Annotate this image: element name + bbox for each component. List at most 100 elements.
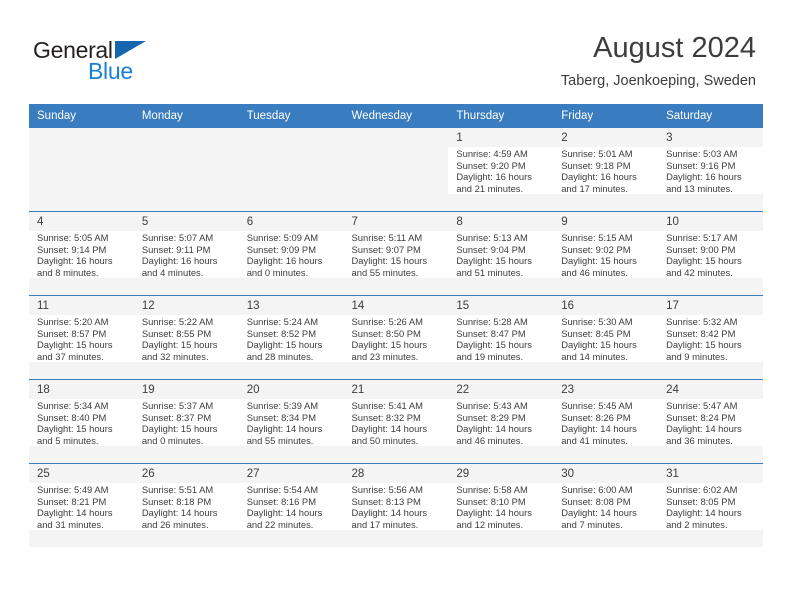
calendar-day-cell[interactable]: 14 Sunrise: 5:26 AM Sunset: 8:50 PM Dayl… — [343, 295, 449, 380]
sunset-text: Sunset: 8:05 PM — [666, 495, 736, 507]
daylight-text-line2: and 22 minutes. — [246, 518, 314, 530]
sunset-text: Sunset: 8:40 PM — [37, 411, 107, 423]
calendar-day-cell[interactable]: 9 Sunrise: 5:15 AM Sunset: 9:02 PM Dayli… — [553, 211, 659, 296]
calendar-day-cell[interactable]: 13 Sunrise: 5:24 AM Sunset: 8:52 PM Dayl… — [238, 295, 344, 380]
calendar-day-cell[interactable]: 30 Sunrise: 6:00 AM Sunset: 8:08 PM Dayl… — [553, 463, 659, 547]
day-number: 29 — [456, 468, 470, 480]
calendar-day-cell[interactable]: 6 Sunrise: 5:09 AM Sunset: 9:09 PM Dayli… — [238, 211, 344, 296]
sunrise-text: Sunrise: 5:28 AM — [456, 316, 528, 327]
day-number: 16 — [561, 300, 575, 312]
calendar-day-cell[interactable]: 17 Sunrise: 5:32 AM Sunset: 8:42 PM Dayl… — [658, 295, 763, 380]
calendar-day-cell[interactable]: 7 Sunrise: 5:11 AM Sunset: 9:07 PM Dayli… — [343, 211, 449, 296]
daylight-text-line1: Daylight: 15 hours — [666, 339, 742, 351]
location-subtitle: Taberg, Joenkoeping, Sweden — [560, 73, 756, 89]
day-details: Sunrise: 5:24 AM Sunset: 8:52 PM Dayligh… — [238, 315, 344, 363]
daylight-text-line1: Daylight: 14 hours — [37, 507, 113, 519]
daylight-text-line1: Daylight: 15 hours — [561, 255, 637, 267]
daylight-text-line1: Daylight: 15 hours — [37, 423, 113, 435]
day-details: Sunrise: 5:32 AM Sunset: 8:42 PM Dayligh… — [658, 315, 763, 363]
calendar-body: 1 Sunrise: 4:59 AM Sunset: 9:20 PM Dayli… — [29, 127, 763, 547]
daylight-text-line2: and 46 minutes. — [456, 434, 524, 446]
sunset-text: Sunset: 9:11 PM — [141, 243, 211, 255]
calendar-day-cell[interactable]: 3 Sunrise: 5:03 AM Sunset: 9:16 PM Dayli… — [658, 127, 763, 212]
calendar-day-cell[interactable]: 18 Sunrise: 5:34 AM Sunset: 8:40 PM Dayl… — [29, 379, 134, 464]
sunset-text: Sunset: 8:37 PM — [141, 411, 212, 423]
daylight-text-line2: and 4 minutes. — [141, 266, 204, 278]
calendar-day-cell[interactable]: 1 Sunrise: 4:59 AM Sunset: 9:20 PM Dayli… — [448, 127, 554, 212]
calendar-day-cell[interactable]: 24 Sunrise: 5:47 AM Sunset: 8:24 PM Dayl… — [658, 379, 763, 464]
daylight-text-line2: and 42 minutes. — [666, 266, 733, 278]
sunset-text: Sunset: 8:13 PM — [351, 495, 421, 507]
daylight-text-line2: and 12 minutes. — [456, 518, 524, 530]
day-number: 28 — [351, 468, 365, 480]
logo-text-blue: Blue — [88, 58, 133, 84]
sunrise-text: Sunrise: 5:39 AM — [246, 400, 319, 411]
general-blue-logo[interactable]: General Blue — [33, 37, 183, 87]
calendar-day-cell[interactable]: 26 Sunrise: 5:51 AM Sunset: 8:18 PM Dayl… — [133, 463, 239, 547]
daylight-text-line1: Daylight: 16 hours — [37, 255, 113, 267]
sunset-text: Sunset: 8:26 PM — [561, 411, 631, 423]
daylight-text-line1: Daylight: 15 hours — [456, 339, 532, 351]
daylight-text-line1: Daylight: 15 hours — [666, 255, 742, 267]
day-number: 30 — [561, 468, 575, 480]
day-number: 2 — [561, 132, 568, 144]
daylight-text-line1: Daylight: 14 hours — [456, 507, 532, 519]
calendar-day-cell[interactable]: 5 Sunrise: 5:07 AM Sunset: 9:11 PM Dayli… — [133, 211, 239, 296]
day-number: 12 — [141, 300, 155, 312]
day-number: 3 — [666, 132, 673, 144]
day-number: 5 — [141, 216, 149, 228]
sunset-text: Sunset: 8:32 PM — [351, 411, 421, 423]
daylight-text-line1: Daylight: 14 hours — [666, 423, 742, 435]
calendar-day-cell — [29, 127, 134, 212]
calendar-day-cell[interactable]: 27 Sunrise: 5:54 AM Sunset: 8:16 PM Dayl… — [238, 463, 344, 547]
sunrise-text: Sunrise: 5:24 AM — [246, 316, 319, 327]
sunset-text: Sunset: 9:16 PM — [666, 159, 736, 171]
calendar-day-cell[interactable]: 29 Sunrise: 5:58 AM Sunset: 8:10 PM Dayl… — [448, 463, 554, 547]
daylight-text-line2: and 14 minutes. — [561, 350, 628, 362]
sunset-text: Sunset: 9:09 PM — [246, 243, 316, 255]
sunrise-text: Sunrise: 6:02 AM — [666, 484, 738, 495]
sunrise-text: Sunrise: 5:03 AM — [666, 148, 738, 159]
calendar-day-cell[interactable]: 23 Sunrise: 5:45 AM Sunset: 8:26 PM Dayl… — [553, 379, 659, 464]
day-number: 18 — [37, 384, 50, 396]
daylight-text-line1: Daylight: 16 hours — [246, 255, 323, 267]
sunset-text: Sunset: 9:20 PM — [456, 159, 526, 171]
day-number: 1 — [456, 132, 463, 144]
calendar-day-cell[interactable]: 4 Sunrise: 5:05 AM Sunset: 9:14 PM Dayli… — [29, 211, 134, 296]
calendar-day-cell[interactable]: 21 Sunrise: 5:41 AM Sunset: 8:32 PM Dayl… — [343, 379, 449, 464]
daylight-text-line2: and 41 minutes. — [561, 434, 628, 446]
calendar-day-cell — [133, 127, 239, 212]
calendar-day-cell[interactable]: 28 Sunrise: 5:56 AM Sunset: 8:13 PM Dayl… — [343, 463, 449, 547]
sunset-text: Sunset: 9:02 PM — [561, 243, 631, 255]
calendar-day-cell[interactable]: 11 Sunrise: 5:20 AM Sunset: 8:57 PM Dayl… — [29, 295, 134, 380]
day-details: Sunrise: 5:56 AM Sunset: 8:13 PM Dayligh… — [343, 483, 449, 531]
daylight-text-line2: and 17 minutes. — [561, 182, 628, 194]
day-number: 15 — [456, 300, 470, 312]
sunset-text: Sunset: 8:42 PM — [666, 327, 736, 339]
sunrise-text: Sunrise: 6:00 AM — [561, 484, 633, 495]
sunrise-text: Sunrise: 5:13 AM — [456, 232, 528, 243]
calendar-day-cell[interactable]: 8 Sunrise: 5:13 AM Sunset: 9:04 PM Dayli… — [448, 211, 554, 296]
calendar-day-cell[interactable]: 15 Sunrise: 5:28 AM Sunset: 8:47 PM Dayl… — [448, 295, 554, 380]
calendar-day-cell[interactable]: 22 Sunrise: 5:43 AM Sunset: 8:29 PM Dayl… — [448, 379, 554, 464]
day-number: 31 — [666, 468, 679, 480]
calendar-day-cell[interactable]: 12 Sunrise: 5:22 AM Sunset: 8:55 PM Dayl… — [133, 295, 239, 380]
day-details: Sunrise: 5:22 AM Sunset: 8:55 PM Dayligh… — [133, 315, 239, 363]
daylight-text-line1: Daylight: 16 hours — [456, 171, 532, 183]
calendar-day-cell[interactable]: 19 Sunrise: 5:37 AM Sunset: 8:37 PM Dayl… — [133, 379, 239, 464]
day-details: Sunrise: 5:09 AM Sunset: 9:09 PM Dayligh… — [238, 231, 344, 279]
daylight-text-line2: and 55 minutes. — [351, 266, 419, 278]
calendar-day-cell[interactable]: 10 Sunrise: 5:17 AM Sunset: 9:00 PM Dayl… — [658, 211, 763, 296]
calendar-day-cell[interactable]: 25 Sunrise: 5:49 AM Sunset: 8:21 PM Dayl… — [29, 463, 134, 547]
daylight-text-line1: Daylight: 14 hours — [666, 507, 742, 519]
day-number: 8 — [456, 216, 463, 228]
calendar-day-cell[interactable]: 20 Sunrise: 5:39 AM Sunset: 8:34 PM Dayl… — [238, 379, 344, 464]
calendar-day-cell[interactable]: 31 Sunrise: 6:02 AM Sunset: 8:05 PM Dayl… — [658, 463, 763, 547]
day-details: Sunrise: 5:47 AM Sunset: 8:24 PM Dayligh… — [658, 399, 763, 447]
sunset-text: Sunset: 9:04 PM — [456, 243, 526, 255]
day-number: 6 — [246, 216, 254, 228]
calendar-week-row: 11 Sunrise: 5:20 AM Sunset: 8:57 PM Dayl… — [29, 295, 763, 380]
daylight-text-line1: Daylight: 15 hours — [141, 339, 218, 351]
calendar-day-cell[interactable]: 2 Sunrise: 5:01 AM Sunset: 9:18 PM Dayli… — [553, 127, 659, 212]
calendar-day-cell[interactable]: 16 Sunrise: 5:30 AM Sunset: 8:45 PM Dayl… — [553, 295, 659, 380]
